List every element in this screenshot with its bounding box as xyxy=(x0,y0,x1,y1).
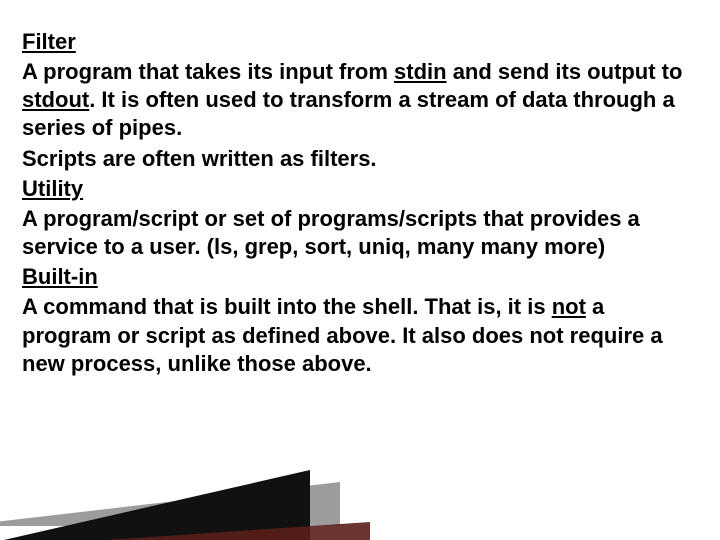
slide-content: Filter A program that takes its input fr… xyxy=(22,28,698,380)
filter-body-2: Scripts are often written as filters. xyxy=(22,145,698,173)
stdin-term: stdin xyxy=(394,59,447,84)
filter-body-1c: . It is often used to transform a stream… xyxy=(22,87,675,140)
corner-accent xyxy=(0,430,380,540)
slide: Filter A program that takes its input fr… xyxy=(0,0,720,540)
utility-body: A program/script or set of programs/scri… xyxy=(22,205,698,261)
utility-heading-text: Utility xyxy=(22,176,83,201)
not-term: not xyxy=(552,294,586,319)
filter-body-1b: and send its output to xyxy=(447,59,683,84)
builtin-body-a: A command that is built into the shell. … xyxy=(22,294,552,319)
filter-heading: Filter xyxy=(22,28,698,56)
filter-heading-text: Filter xyxy=(22,29,76,54)
builtin-heading: Built-in xyxy=(22,263,698,291)
utility-heading: Utility xyxy=(22,175,698,203)
filter-body-1: A program that takes its input from stdi… xyxy=(22,58,698,142)
builtin-body: A command that is built into the shell. … xyxy=(22,293,698,377)
accent-shape-red xyxy=(0,522,370,540)
stdout-term: stdout xyxy=(22,87,89,112)
builtin-heading-text: Built-in xyxy=(22,264,98,289)
filter-body-1a: A program that takes its input from xyxy=(22,59,394,84)
